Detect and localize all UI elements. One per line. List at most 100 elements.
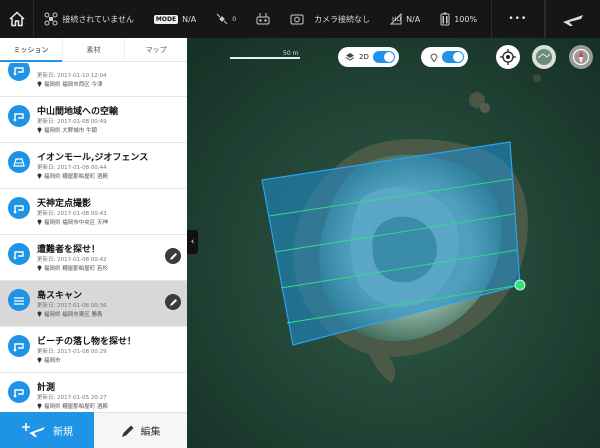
home-button[interactable] [0,0,35,38]
tab-media[interactable]: 素材 [63,38,126,61]
signal-icon: HD [390,13,402,25]
pencil-icon [121,425,133,437]
mission-date: 更新日: 2017-01-08 00:42 [37,257,107,263]
mission-edit-button[interactable] [165,248,181,264]
edit-label: 編集 [140,427,161,438]
edit-button[interactable]: 編集 [94,412,187,448]
satellite-count: 0 [232,15,237,23]
mission-route-icon [8,63,30,81]
location-pin-icon [37,403,42,409]
mission-item[interactable]: 天神定点撮影 更新日: 2017-01-08 00:43 福岡県 福岡市中央区 … [0,189,187,235]
location-pin-icon [37,357,42,363]
panel-bottom-bar: 新規 編集 [0,412,187,448]
plus-airplane-icon [22,423,45,437]
compass-icon [572,48,590,66]
mission-location: 福岡県 糟屋郡粕屋町 酒殿 [37,172,108,180]
fly-button[interactable] [544,0,600,38]
mission-date: 更新日: 2017-01-08 00:36 [37,303,107,309]
collapse-panel-button[interactable]: ‹ [187,230,198,254]
new-mission-label: 新規 [53,426,73,438]
mission-title: 天神定点撮影 [37,199,92,209]
marker-toggle[interactable] [421,47,468,67]
mission-location-text: 福岡県 糟屋郡粕屋町 酒殿 [44,174,108,180]
map-view[interactable] [187,38,600,448]
location-pin-icon [37,265,42,271]
camera-status: カメラ接続なし [290,13,370,25]
mission-item[interactable]: 遭難者を探せ！ 更新日: 2017-01-08 00:42 福岡県 糟屋郡粕屋町… [0,235,187,281]
satellite-icon [216,13,228,25]
satellite-status: 0 [216,13,236,25]
mode-badge: MODE [153,14,179,24]
chevron-left-icon: ‹ [190,237,195,247]
location-pin-icon [37,127,42,133]
home-icon [9,11,25,27]
battery-status: 100% [440,12,477,26]
pencil-icon [169,252,177,260]
location-pin-icon [37,311,42,317]
pencil-icon [169,298,177,306]
mission-location: 福岡県 福岡市西区 今津 [37,80,103,88]
view-mode-toggle[interactable]: 2D [338,47,399,67]
tab-map[interactable]: マップ [125,38,187,61]
mission-route-icon [8,381,30,403]
mission-location: 福岡県 糟屋郡粕屋町 酒殿 [37,402,108,410]
mission-item[interactable]: イオンモール,ジオフェンス 更新日: 2017-01-08 00:44 福岡県 … [0,143,187,189]
battery-icon [440,12,450,26]
mission-date: 更新日: 2017-01-08 00:29 [37,349,107,355]
more-icon: ••• [508,14,528,24]
mission-item[interactable]: 中山間地域への空輸 更新日: 2017-01-08 00:49 福岡県 大野城市… [0,97,187,143]
mission-location: 福岡市 [37,356,61,364]
locate-button[interactable] [496,45,520,69]
mission-title: 中山間地域への空輸 [37,107,119,117]
mission-location: 福岡県 福岡市中央区 天神 [37,218,108,226]
view-mode-switch[interactable] [372,51,395,63]
mission-item[interactable]: ビーチの落し物を探せ！ 更新日: 2017-01-08 00:29 福岡市 [0,327,187,373]
mission-route-icon [8,105,30,127]
mission-date: 更新日: 2017-01-08 00:49 [37,119,107,125]
tab-missions[interactable]: ミッション [0,38,63,62]
geofence-icon [8,151,30,173]
mission-location-text: 福岡県 大野城市 牛頸 [44,128,97,134]
mission-item[interactable]: 計測 更新日: 2017-01-05 20:27 福岡県 糟屋郡粕屋町 酒殿 [0,373,187,412]
panel-tabs: ミッション 素材 マップ [0,38,187,62]
mission-date: 更新日: 2017-01-10 12:04 [37,73,107,79]
map-type-button[interactable] [532,45,556,69]
mission-title: 遭難者を探せ！ [37,245,101,255]
mission-route-icon [8,335,30,357]
location-pin-icon [37,81,42,87]
satellite-thumb-icon [536,49,552,65]
mission-location: 福岡県 福岡市東区 勝馬 [37,310,103,318]
mission-item[interactable]: 更新日: 2017-01-10 12:04 福岡県 福岡市西区 今津 [0,63,187,97]
satellite-map [187,38,600,448]
new-mission-button[interactable]: 新規 [0,412,94,448]
tab-media-label: 素材 [86,45,101,54]
mission-route-icon [8,197,30,219]
mission-date: 更新日: 2017-01-08 00:44 [37,165,107,171]
top-bar: 接続されていません MODE N/A 0 カメラ接続なし HD N/A 100%… [0,0,600,38]
mission-location-text: 福岡県 糟屋郡粕屋町 酒殿 [44,404,108,410]
mission-list[interactable]: 更新日: 2017-01-10 12:04 福岡県 福岡市西区 今津 中山間地域… [0,63,187,412]
airplane-icon [562,15,583,26]
mission-item-selected[interactable]: 島スキャン 更新日: 2017-01-08 00:36 福岡県 福岡市東区 勝馬 [0,281,187,327]
mission-title: 島スキャン [37,291,83,301]
waypoint-handle[interactable] [514,279,526,291]
marker-icon [430,53,438,62]
location-pin-icon [37,173,42,179]
compass-button[interactable] [569,45,593,69]
mission-route-icon [8,289,30,311]
mission-title: イオンモール,ジオフェンス [37,153,149,163]
more-button[interactable]: ••• [491,0,545,38]
tab-map-label: マップ [145,45,167,54]
mission-edit-button[interactable] [165,294,181,310]
marker-switch[interactable] [442,51,464,63]
mission-title: ビーチの落し物を探せ！ [37,337,137,347]
view-mode-label: 2D [359,53,369,61]
signal-value: N/A [406,14,421,24]
mission-route-icon [8,243,30,265]
tab-missions-label: ミッション [13,45,49,54]
camera-status-text: カメラ接続なし [314,14,371,24]
mission-location-text: 福岡県 福岡市東区 勝馬 [44,312,103,318]
camera-icon [290,14,304,25]
crosshair-icon [500,49,516,65]
battery-value: 100% [454,14,478,24]
